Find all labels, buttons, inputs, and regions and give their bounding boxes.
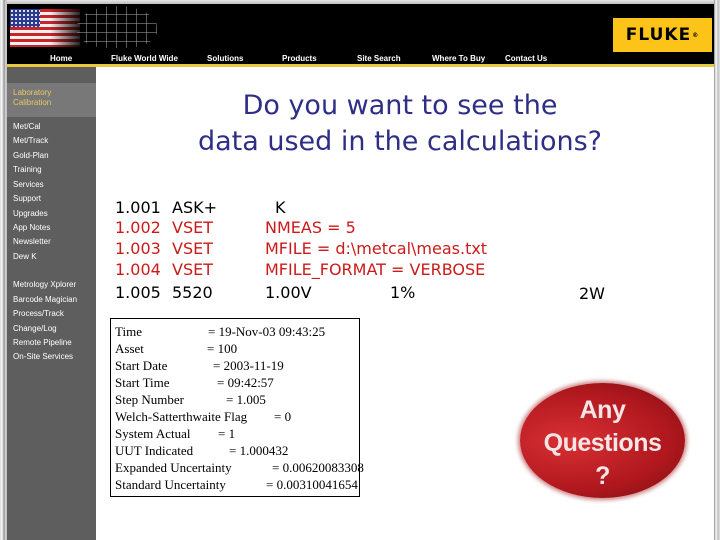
result-value: = 100: [207, 341, 238, 356]
result-row: Start Date = 2003-11-19: [115, 357, 284, 374]
result-value: = 2003-11-19: [213, 358, 284, 373]
sidebar-item-mettrack[interactable]: Met/Track: [13, 136, 48, 146]
sidebar-item-dew-k[interactable]: Dew K: [13, 252, 37, 262]
result-label: UUT Indicated: [115, 443, 194, 458]
step-number: 1.003: [115, 239, 161, 258]
any-questions-graphic: Any Questions ?: [510, 375, 695, 505]
result-row: Standard Uncertainty = 0.00310041654: [115, 476, 358, 493]
step-expression: MFILE = d:\metcal\meas.txt: [265, 239, 488, 258]
result-label: Start Time: [115, 375, 170, 390]
step-expression: MFILE_FORMAT = VERBOSE: [265, 260, 486, 279]
step-expression: K: [275, 198, 286, 217]
sidebar-item-support[interactable]: Support: [13, 194, 41, 204]
sidebar: Laboratory Calibration Met/Cal Met/Track…: [7, 67, 96, 540]
result-row: Start Time = 09:42:57: [115, 374, 274, 391]
sidebar-item-app-notes[interactable]: App Notes: [13, 223, 50, 233]
sidebar-item-barcode-magician[interactable]: Barcode Magician: [13, 295, 77, 305]
step-expression: NMEAS = 5: [265, 218, 356, 237]
globe-icon: [77, 6, 157, 48]
sidebar-item-change-log[interactable]: Change/Log: [13, 324, 57, 334]
result-row: Time = 19-Nov-03 09:43:25: [115, 323, 325, 340]
step-fsc: ASK+: [172, 198, 217, 217]
sidebar-header-line1: Laboratory: [13, 88, 52, 97]
result-label: Start Date: [115, 358, 168, 373]
page-title: Do you want to see the data used in the …: [150, 88, 650, 160]
window-frame-right: [714, 0, 720, 540]
sidebar-item-process-track[interactable]: Process/Track: [13, 309, 64, 319]
result-value: = 19-Nov-03 09:43:25: [208, 324, 326, 339]
sidebar-item-remote-pipeline[interactable]: Remote Pipeline: [13, 338, 72, 348]
result-label: Standard Uncertainty: [115, 477, 226, 492]
result-label: Expanded Uncertainty: [115, 460, 232, 475]
sidebar-item-newsletter[interactable]: Newsletter: [13, 237, 51, 247]
results-box: Time = 19-Nov-03 09:43:25 Asset = 100 St…: [110, 318, 364, 497]
step-number: 1.002: [115, 218, 161, 237]
result-row: Asset = 100: [115, 340, 237, 357]
result-label: Welch-Satterthwaite Flag: [115, 409, 248, 424]
questions-line3: ?: [595, 462, 610, 490]
result-label: System Actual: [115, 426, 191, 441]
sidebar-item-services[interactable]: Services: [13, 180, 44, 190]
flag-stars-icon: [10, 9, 40, 27]
questions-line1: Any: [579, 396, 626, 424]
title-line2: data used in the calculations?: [197, 126, 602, 157]
step-tolerance: 1%: [390, 283, 416, 302]
result-value: = 1: [218, 426, 236, 441]
result-value: = 09:42:57: [217, 375, 274, 390]
result-row: System Actual = 1: [115, 425, 235, 442]
result-value: = 1.000432: [229, 443, 289, 458]
fluke-logo[interactable]: FLUKE ®: [613, 18, 712, 52]
result-row: Welch-Satterthwaite Flag = 0: [115, 408, 291, 425]
result-value: = 1.005: [226, 392, 266, 407]
step-fsc: 5520: [172, 283, 213, 302]
questions-line2: Questions: [543, 429, 662, 457]
sidebar-item-training[interactable]: Training: [13, 165, 42, 175]
site-header: FLUKE ® Home Fluke World Wide Solutions P…: [7, 4, 714, 66]
step-fsc: VSET: [172, 218, 213, 237]
result-label: Time: [115, 324, 142, 339]
sidebar-item-gold-plan[interactable]: Gold-Plan: [13, 151, 49, 161]
result-row: Step Number = 1.005: [115, 391, 266, 408]
step-expression: 1.00V: [265, 283, 312, 302]
result-label: Step Number: [115, 392, 184, 407]
result-value: = 0.00310041654: [266, 477, 358, 492]
sidebar-item-on-site-services[interactable]: On-Site Services: [13, 352, 73, 362]
step-number: 1.001: [115, 198, 161, 217]
step-extra-modifier: 2W: [579, 284, 605, 303]
step-fsc: VSET: [172, 239, 213, 258]
step-number: 1.004: [115, 260, 161, 279]
sidebar-header-laboratory-calibration[interactable]: Laboratory Calibration: [7, 83, 96, 117]
sidebar-header-label: Laboratory Calibration: [13, 88, 51, 108]
sidebar-item-upgrades[interactable]: Upgrades: [13, 209, 48, 219]
header-divider: [7, 64, 714, 67]
sidebar-header-line2: Calibration: [13, 98, 52, 107]
result-label: Asset: [115, 341, 144, 356]
step-fsc: VSET: [172, 260, 213, 279]
title-line1: Do you want to see the: [242, 90, 558, 121]
sidebar-item-metrology-xplorer[interactable]: Metrology Xplorer: [13, 280, 76, 290]
result-row: Expanded Uncertainty = 0.00620083308: [115, 459, 364, 476]
registered-mark: ®: [692, 31, 700, 39]
window-frame-left: [0, 0, 7, 540]
logo-text: FLUKE: [625, 25, 692, 45]
result-value: = 0: [274, 409, 292, 424]
step-number: 1.005: [115, 283, 161, 302]
result-row: UUT Indicated = 1.000432: [115, 442, 288, 459]
result-value: = 0.00620083308: [272, 460, 364, 475]
sidebar-item-metcal[interactable]: Met/Cal: [13, 122, 41, 132]
